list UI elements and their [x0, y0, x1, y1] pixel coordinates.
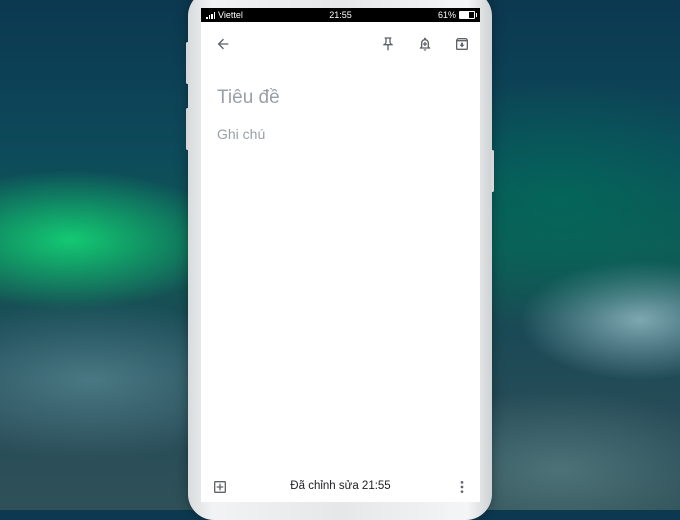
- reminder-button[interactable]: [413, 32, 437, 56]
- status-bar: Viettel 21:55 61%: [201, 8, 480, 22]
- note-title-input[interactable]: Tiêu đề: [217, 87, 280, 109]
- more-options-button[interactable]: [450, 475, 474, 499]
- volume-button-upper: [186, 42, 189, 84]
- phone-screen: Viettel 21:55 61% Tiêu đề Ghi chú Đã chỉ…: [201, 8, 480, 502]
- carrier-label: Viettel: [218, 10, 243, 20]
- battery-level: [460, 12, 469, 18]
- pin-icon: [383, 37, 393, 51]
- battery-icon: [459, 11, 477, 19]
- status-right: 61%: [437, 10, 477, 20]
- archive-button[interactable]: [450, 32, 474, 56]
- signal-icon: [206, 11, 215, 19]
- pin-button[interactable]: [376, 32, 400, 56]
- archive-icon: [456, 38, 468, 50]
- volume-button-lower: [186, 108, 189, 150]
- status-left: Viettel: [206, 10, 243, 20]
- battery-percent: 61%: [437, 10, 456, 20]
- bottom-bar: Đã chỉnh sửa 21:55: [201, 472, 480, 502]
- note-toolbar: [201, 22, 480, 66]
- back-button[interactable]: [211, 32, 235, 56]
- arrow-left-icon: [217, 38, 229, 50]
- note-body-input[interactable]: Ghi chú: [217, 126, 265, 142]
- more-vert-icon: [460, 481, 464, 493]
- edited-timestamp: Đã chỉnh sửa 21:55: [290, 480, 391, 492]
- bell-plus-icon: [419, 37, 431, 51]
- power-button: [491, 150, 494, 192]
